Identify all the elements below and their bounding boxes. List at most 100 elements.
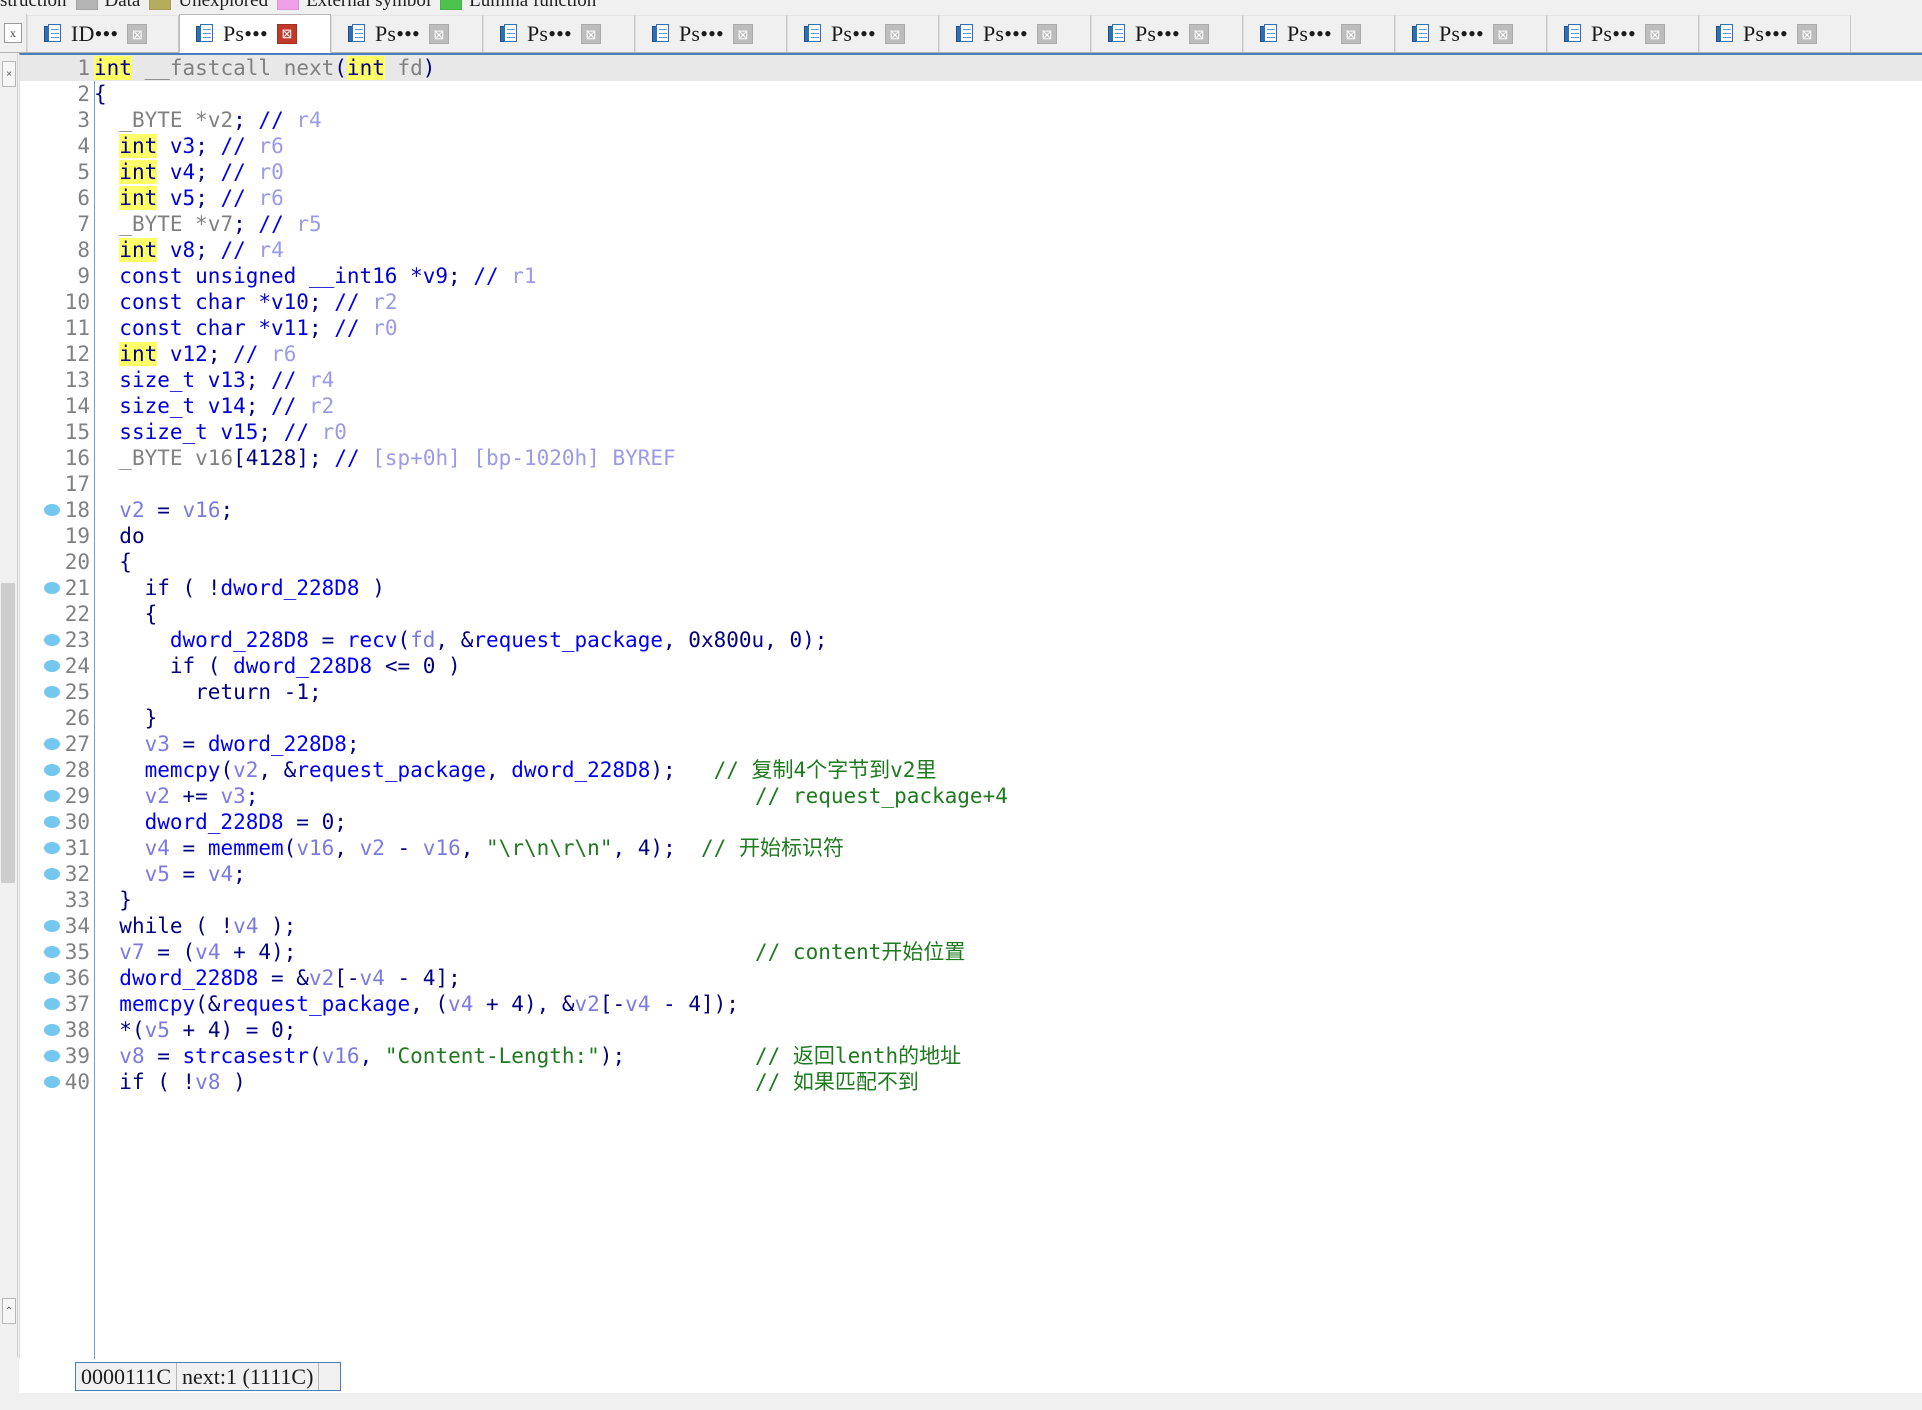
tab-close-icon[interactable]: ⊠ bbox=[428, 24, 449, 44]
tab-close-icon[interactable]: ⊠ bbox=[1340, 24, 1361, 44]
code-line[interactable]: 8 int v8; // r4 bbox=[20, 237, 1922, 263]
breakpoint-icon[interactable] bbox=[44, 816, 60, 828]
tab-close-icon[interactable]: ⊠ bbox=[1036, 24, 1057, 44]
breakpoint-icon[interactable] bbox=[44, 660, 60, 672]
code-line[interactable]: 19 do bbox=[20, 523, 1922, 549]
tab-item[interactable]: Ps••• ⊠ bbox=[1395, 15, 1547, 52]
code-line[interactable]: 28 memcpy(v2, &request_package, dword_22… bbox=[20, 757, 1922, 783]
code-line[interactable]: 12 int v12; // r6 bbox=[20, 341, 1922, 367]
code-token: ( ! bbox=[182, 914, 234, 938]
tab-item[interactable]: Ps••• ⊠ bbox=[1243, 15, 1395, 52]
code-line[interactable]: 13 size_t v13; // r4 bbox=[20, 367, 1922, 393]
breakpoint-icon[interactable] bbox=[44, 686, 60, 698]
code-line[interactable]: 34 while ( !v4 ); bbox=[20, 913, 1922, 939]
code-line[interactable]: 33 } bbox=[20, 887, 1922, 913]
tab-item[interactable]: Ps••• ⊠ bbox=[1547, 15, 1699, 52]
tab-item[interactable]: Ps••• ⊠ bbox=[1091, 15, 1243, 52]
code-line[interactable]: 15 ssize_t v15; // r0 bbox=[20, 419, 1922, 445]
breakpoint-icon[interactable] bbox=[44, 868, 60, 880]
tab-item[interactable]: Ps••• ⊠ bbox=[1699, 15, 1851, 52]
left-pane-scrollbar[interactable] bbox=[0, 473, 16, 1033]
code-line[interactable]: 27 v3 = dword_228D8; bbox=[20, 731, 1922, 757]
code-line[interactable]: 36 dword_228D8 = &v2[-v4 - 4]; bbox=[20, 965, 1922, 991]
tab-item[interactable]: ID••• ⊠ bbox=[27, 15, 179, 52]
code-line[interactable]: 32 v5 = v4; bbox=[20, 861, 1922, 887]
breakpoint-icon[interactable] bbox=[44, 842, 60, 854]
code-line[interactable]: 23 dword_228D8 = recv(fd, &request_packa… bbox=[20, 627, 1922, 653]
tab-item[interactable]: Ps••• ⊠ bbox=[939, 15, 1091, 52]
breakpoint-icon[interactable] bbox=[44, 998, 60, 1010]
code-line[interactable]: 18 v2 = v16; bbox=[20, 497, 1922, 523]
breakpoint-icon[interactable] bbox=[44, 634, 60, 646]
breakpoint-icon[interactable] bbox=[44, 1024, 60, 1036]
code-line[interactable]: 2{ bbox=[20, 81, 1922, 107]
tab-close-icon[interactable]: ⊠ bbox=[127, 24, 148, 44]
code-line[interactable]: 5 int v4; // r0 bbox=[20, 159, 1922, 185]
breakpoint-icon[interactable] bbox=[44, 764, 60, 776]
code-line[interactable]: 7 _BYTE *v7; // r5 bbox=[20, 211, 1922, 237]
code-line[interactable]: 10 const char *v10; // r2 bbox=[20, 289, 1922, 315]
breakpoint-icon[interactable] bbox=[44, 972, 60, 984]
code-token: ; bbox=[233, 212, 246, 236]
code-line[interactable]: 39 v8 = strcasestr(v16, "Content-Length:… bbox=[20, 1043, 1922, 1069]
code-line[interactable]: 30 dword_228D8 = 0; bbox=[20, 809, 1922, 835]
tab-item[interactable]: Ps••• ⊠ bbox=[179, 14, 331, 53]
tab-item[interactable]: Ps••• ⊠ bbox=[331, 15, 483, 52]
tab-close-icon[interactable]: ⊠ bbox=[1796, 24, 1817, 44]
code-line[interactable]: 29 v2 += v3;// request_package+4 bbox=[20, 783, 1922, 809]
document-icon bbox=[1260, 24, 1278, 44]
dock-expand-icon[interactable]: ⌃ bbox=[2, 1298, 16, 1324]
tab-item[interactable]: Ps••• ⊠ bbox=[483, 15, 635, 52]
code-line[interactable]: 17 bbox=[20, 471, 1922, 497]
code-line[interactable]: 37 memcpy(&request_package, (v4 + 4), &v… bbox=[20, 991, 1922, 1017]
code-token: r6 bbox=[245, 134, 284, 158]
tab-close-icon[interactable]: ⊠ bbox=[1188, 24, 1209, 44]
code-line[interactable]: 11 const char *v11; // r0 bbox=[20, 315, 1922, 341]
dock-close-icon[interactable]: × bbox=[2, 61, 16, 87]
tab-close-icon[interactable]: ⊠ bbox=[580, 24, 601, 44]
code-line[interactable]: 20 { bbox=[20, 549, 1922, 575]
breakpoint-icon[interactable] bbox=[44, 920, 60, 932]
code-line[interactable]: 14 size_t v14; // r2 bbox=[20, 393, 1922, 419]
code-line[interactable]: 1 int __fastcall next(int fd) bbox=[20, 55, 1922, 81]
code-token: // bbox=[271, 368, 297, 392]
breakpoint-icon[interactable] bbox=[44, 1050, 60, 1062]
breakpoint-icon[interactable] bbox=[44, 582, 60, 594]
code-token: } bbox=[119, 888, 132, 912]
tab-item[interactable]: Ps••• ⊠ bbox=[787, 15, 939, 52]
code-line[interactable]: 21 if ( !dword_228D8 ) bbox=[20, 575, 1922, 601]
breakpoint-icon[interactable] bbox=[44, 1076, 60, 1088]
tab-close-icon[interactable]: ⊠ bbox=[1492, 24, 1513, 44]
close-icon[interactable]: x bbox=[4, 23, 22, 43]
scrollbar-thumb[interactable] bbox=[1, 583, 15, 883]
code-line[interactable]: 24 if ( dword_228D8 <= 0 ) bbox=[20, 653, 1922, 679]
tab-bar-left-stub[interactable]: x bbox=[0, 14, 27, 52]
code-line[interactable]: 40 if ( !v8 )// 如果匹配不到 bbox=[20, 1069, 1922, 1095]
tab-close-icon[interactable]: ⊠ bbox=[276, 23, 297, 44]
code-line[interactable]: 38 *(v5 + 4) = 0; bbox=[20, 1017, 1922, 1043]
pseudocode-editor[interactable]: 1 int __fastcall next(int fd) 2{3 _BYTE *v… bbox=[19, 53, 1922, 1359]
code-line[interactable]: 35 v7 = (v4 + 4);// content开始位置 bbox=[20, 939, 1922, 965]
code-line[interactable]: 4 int v3; // r6 bbox=[20, 133, 1922, 159]
code-line[interactable]: 22 { bbox=[20, 601, 1922, 627]
code-line[interactable]: 3 _BYTE *v2; // r4 bbox=[20, 107, 1922, 133]
tab-close-icon[interactable]: ⊠ bbox=[1644, 24, 1665, 44]
tab-item[interactable]: Ps••• ⊠ bbox=[635, 15, 787, 52]
document-icon bbox=[652, 24, 670, 44]
code-line[interactable]: 6 int v5; // r6 bbox=[20, 185, 1922, 211]
code-line[interactable]: 16 _BYTE v16[4128]; // [sp+0h] [bp-1020h… bbox=[20, 445, 1922, 471]
code-line[interactable]: 25 return -1; bbox=[20, 679, 1922, 705]
tab-close-icon[interactable]: ⊠ bbox=[884, 24, 905, 44]
breakpoint-icon[interactable] bbox=[44, 946, 60, 958]
code-line[interactable]: 31 v4 = memmem(v16, v2 - v16, "\r\n\r\n"… bbox=[20, 835, 1922, 861]
code-line[interactable]: 26 } bbox=[20, 705, 1922, 731]
breakpoint-icon[interactable] bbox=[44, 738, 60, 750]
code-line[interactable]: 9 const unsigned __int16 *v9; // r1 bbox=[20, 263, 1922, 289]
breakpoint-icon[interactable] bbox=[44, 790, 60, 802]
tab-close-icon[interactable]: ⊠ bbox=[732, 24, 753, 44]
breakpoint-icon[interactable] bbox=[44, 504, 60, 516]
